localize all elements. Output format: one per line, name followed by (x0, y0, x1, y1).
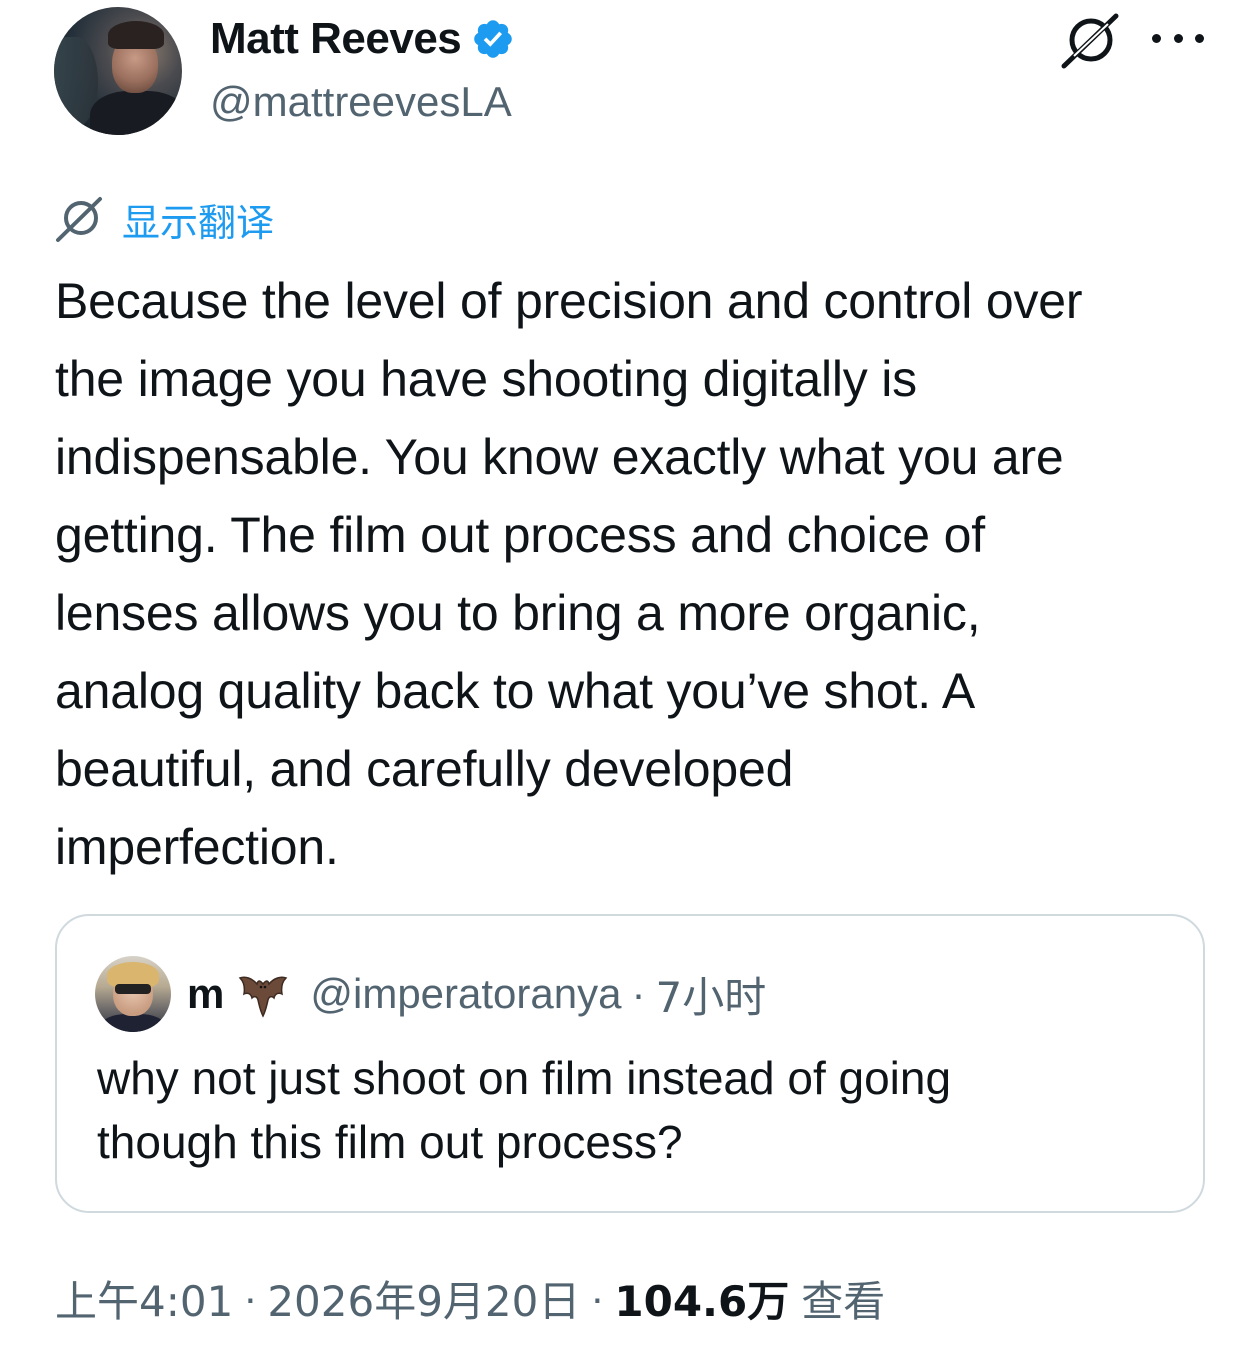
more-horizontal-icon (1152, 33, 1161, 43)
author-handle[interactable]: @mattreevesLA (210, 78, 512, 126)
separator-dot: · (631, 970, 646, 1017)
views-label: 查看 (801, 1276, 886, 1326)
quoted-tweet[interactable]: m @imperatoranya · 7小时 why not just shoo… (55, 914, 1205, 1213)
separator-dot: · (243, 1274, 258, 1321)
grok-icon (56, 197, 102, 242)
verified-badge-icon (474, 20, 513, 58)
quoted-tweet-text: why not just shoot on film instead of go… (97, 1052, 952, 1168)
author-display-name[interactable]: Matt Reeves (210, 14, 462, 64)
tweet-header: Matt Reeves @mattreevesLA (0, 0, 1260, 150)
quoted-author-handle[interactable]: @imperatoranya (310, 970, 621, 1018)
more-options-button[interactable] (1150, 18, 1206, 58)
quoted-author-avatar[interactable] (95, 956, 171, 1032)
separator-dot: · (590, 1274, 605, 1321)
tweet-time[interactable]: 上午4:01 (55, 1268, 233, 1329)
tweet-meta: 上午4:01 · 2026年9月20日 · 104.6万 查看 (55, 1270, 885, 1326)
quoted-author-name[interactable]: m (187, 970, 224, 1018)
author-avatar[interactable] (54, 7, 182, 135)
tweet-date[interactable]: 2026年9月20日 (267, 1268, 580, 1329)
author-name-row[interactable]: Matt Reeves (210, 12, 515, 66)
show-translation-button[interactable]: 显示翻译 (54, 195, 274, 245)
bat-emoji-icon (239, 976, 288, 1018)
views-count[interactable]: 104.6万 (614, 1268, 789, 1329)
show-translation-label[interactable]: 显示翻译 (122, 192, 274, 247)
quoted-tweet-header: m @imperatoranya · 7小时 (187, 964, 766, 1024)
quoted-tweet-time[interactable]: 7小时 (655, 964, 766, 1025)
tweet-text: Because the level of precision and contr… (55, 273, 1083, 875)
grok-icon[interactable] (1058, 12, 1120, 70)
